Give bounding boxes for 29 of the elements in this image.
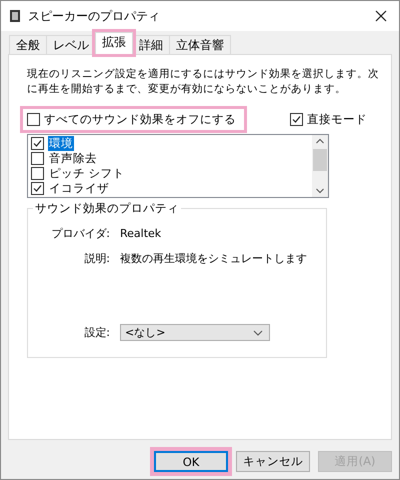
- tab[interactable]: 全般: [9, 35, 47, 54]
- checkbox[interactable]: [290, 113, 303, 126]
- list-item[interactable]: イコライザ: [48, 181, 110, 196]
- property-value: Realtek: [120, 227, 162, 240]
- scrollbar[interactable]: [312, 135, 328, 197]
- checkbox-option[interactable]: すべてのサウンド効果をオフにする: [23, 109, 244, 130]
- setting-dropdown[interactable]: <なし>: [120, 324, 270, 341]
- property-label: 説明:: [83, 251, 110, 266]
- dialog-button[interactable]: キャンセル: [236, 451, 310, 472]
- list-item[interactable]: ピッチ シフト: [48, 166, 126, 181]
- tab[interactable]: 立体音響: [169, 35, 231, 54]
- checkbox[interactable]: [31, 152, 44, 165]
- speaker-icon: [9, 9, 21, 23]
- property-label: プロバイダ:: [50, 226, 110, 241]
- group-title: サウンド効果のプロパティ: [33, 201, 181, 216]
- window-title: スピーカーのプロパティ: [28, 8, 161, 24]
- checkbox[interactable]: [27, 113, 40, 126]
- checkbox[interactable]: [31, 182, 44, 195]
- tab[interactable]: 拡張: [95, 32, 133, 54]
- setting-label: 設定:: [83, 325, 110, 340]
- checkbox[interactable]: [31, 167, 44, 180]
- close-icon[interactable]: [375, 10, 387, 22]
- chevron-down-icon: [253, 330, 263, 336]
- checkbox[interactable]: [31, 137, 44, 150]
- property-value: 複数の再生環境をシミュレートします: [120, 251, 307, 266]
- list-item[interactable]: 音声除去: [48, 151, 98, 166]
- checkbox-option[interactable]: 直接モード: [286, 109, 375, 130]
- description-text: 現在のリスニング設定を適用にするにはサウンド効果を選択します。次に再生を開始するまで、変更が有効にならないことがあります。: [27, 67, 379, 97]
- list-item[interactable]: 環境: [48, 136, 74, 151]
